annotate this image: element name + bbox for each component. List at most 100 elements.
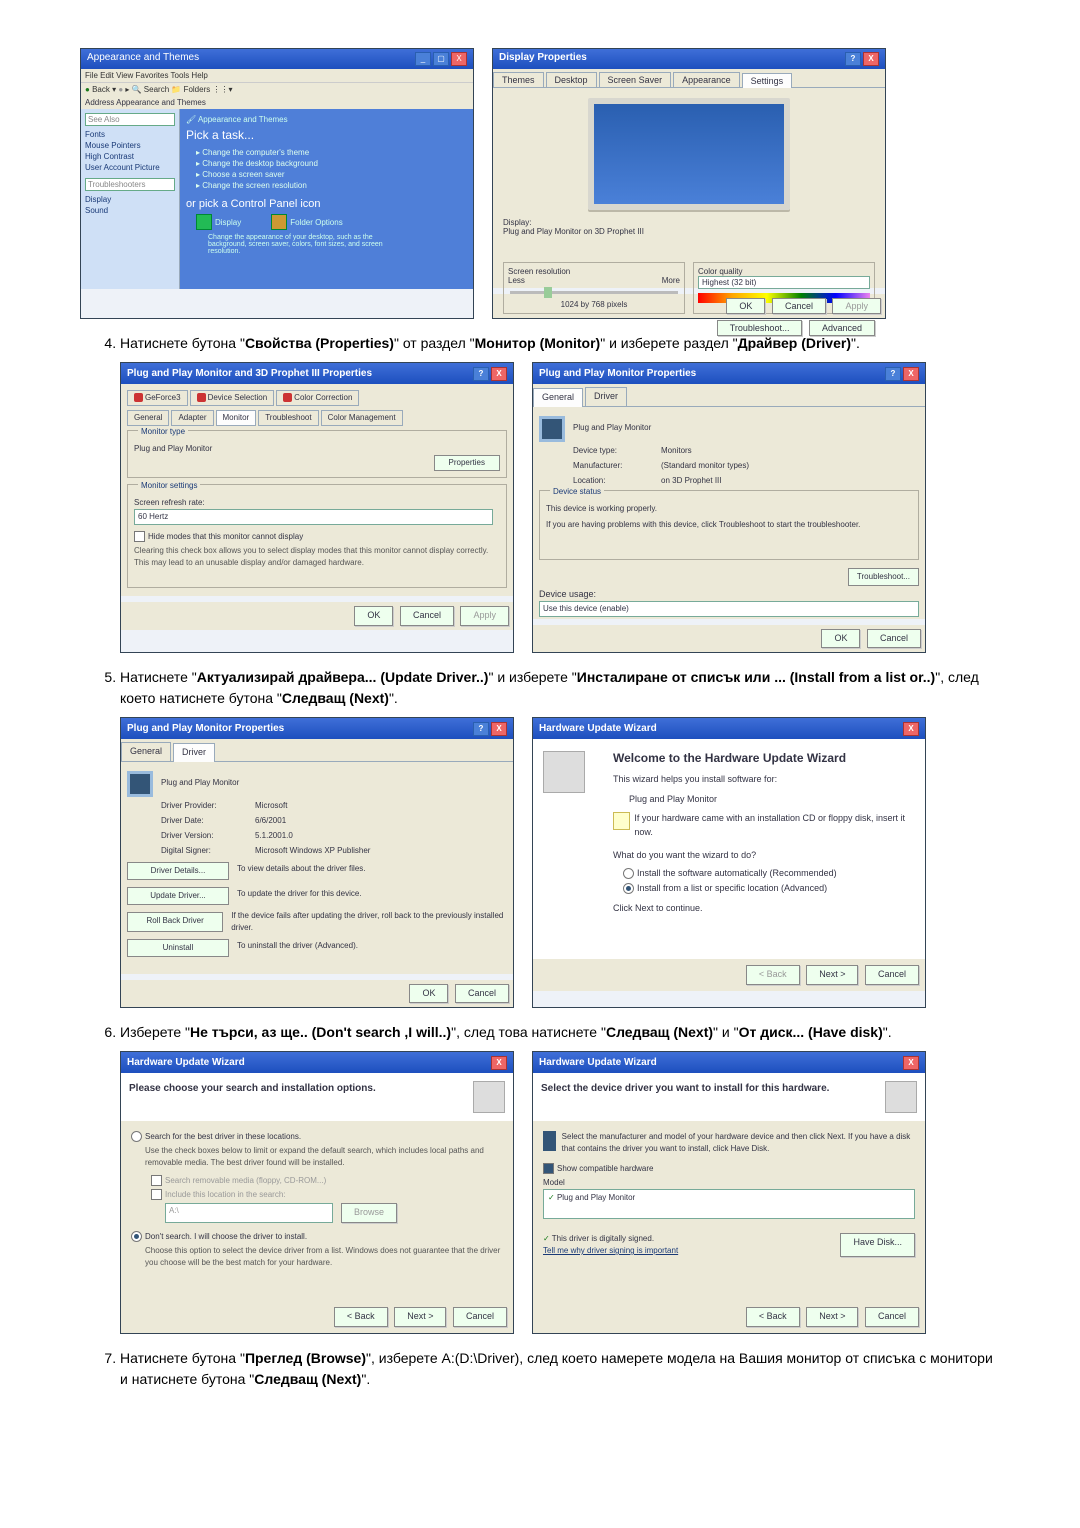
radio-search[interactable]	[131, 1131, 142, 1142]
address-bar[interactable]: Address Appearance and Themes	[81, 96, 473, 109]
tab-driver[interactable]: Driver	[173, 743, 215, 762]
hide-modes-checkbox[interactable]	[134, 531, 145, 542]
tab-troubleshoot[interactable]: Troubleshoot	[258, 410, 318, 426]
window-buttons[interactable]: X	[901, 721, 919, 736]
tab-general[interactable]: General	[533, 388, 583, 407]
cancel-button[interactable]: Cancel	[453, 1307, 507, 1327]
menubar[interactable]: File Edit View Favorites Tools Help	[81, 69, 473, 82]
path-select[interactable]: A:\	[165, 1203, 333, 1223]
tab-device-selection[interactable]: Device Selection	[190, 390, 275, 406]
check-include-location[interactable]	[151, 1189, 162, 1200]
cp-icon-display[interactable]: Display	[196, 214, 241, 230]
ok-button[interactable]: OK	[726, 298, 765, 314]
step-6: Изберете "Не търси, аз ще.. (Don't searc…	[120, 1022, 1000, 1334]
display-label: Display:	[503, 218, 531, 227]
resolution-value: 1024 by 768 pixels	[508, 300, 680, 309]
driver-details-button[interactable]: Driver Details...	[127, 862, 229, 880]
tab-driver[interactable]: Driver	[585, 387, 627, 406]
tab-themes[interactable]: Themes	[493, 72, 544, 87]
wizard-icon	[885, 1081, 917, 1113]
sidebar-link[interactable]: Sound	[85, 206, 175, 215]
window-title: Plug and Play Monitor Properties	[539, 366, 696, 381]
back-button[interactable]: < Back	[746, 965, 800, 985]
tab-appearance[interactable]: Appearance	[673, 72, 740, 87]
task-link[interactable]: ▸ Change the computer's theme	[196, 148, 467, 157]
refresh-rate-label: Screen refresh rate:	[134, 497, 500, 509]
check-removable-media[interactable]	[151, 1175, 162, 1186]
sidebar-link[interactable]: High Contrast	[85, 152, 175, 161]
next-button[interactable]: Next >	[806, 1307, 858, 1327]
tab-general[interactable]: General	[121, 742, 171, 761]
browse-button[interactable]: Browse	[341, 1203, 397, 1223]
tab-general[interactable]: General	[127, 410, 169, 426]
sidebar-link[interactable]: Display	[85, 195, 175, 204]
ok-button[interactable]: OK	[409, 984, 448, 1004]
pick-task-heading: Pick a task...	[186, 128, 467, 142]
back-button[interactable]: < Back	[334, 1307, 388, 1327]
troubleshoot-button[interactable]: Troubleshoot...	[848, 568, 919, 586]
wizard-heading: Select the device driver you want to ins…	[541, 1081, 829, 1113]
properties-button[interactable]: Properties	[434, 455, 500, 471]
cancel-button[interactable]: Cancel	[867, 629, 921, 649]
have-disk-button[interactable]: Have Disk...	[840, 1233, 915, 1257]
device-usage-select[interactable]: Use this device (enable)	[539, 601, 919, 617]
window-title: Appearance and Themes	[87, 52, 199, 66]
cancel-button[interactable]: Cancel	[455, 984, 509, 1004]
task-link[interactable]: ▸ Choose a screen saver	[196, 170, 467, 179]
radio-auto[interactable]	[623, 868, 634, 879]
radio-list[interactable]	[623, 883, 634, 894]
advanced-button[interactable]: Advanced	[809, 320, 875, 336]
cp-icon-folder-options[interactable]: Folder Options	[271, 214, 342, 230]
wizard-heading: Welcome to the Hardware Update Wizard	[613, 749, 915, 767]
tab-row: Themes Desktop Screen Saver Appearance S…	[493, 69, 885, 88]
tab-desktop[interactable]: Desktop	[546, 72, 597, 87]
sidebar-link[interactable]: User Account Picture	[85, 163, 175, 172]
tab-color-correction[interactable]: Color Correction	[276, 390, 359, 406]
apply-button[interactable]: Apply	[832, 298, 881, 314]
color-quality-select[interactable]: Highest (32 bit)	[698, 276, 870, 289]
tab-color-management[interactable]: Color Management	[321, 410, 403, 426]
window-buttons[interactable]: ?X	[471, 721, 507, 736]
roll-back-driver-button[interactable]: Roll Back Driver	[127, 912, 223, 932]
screenshot-monitor-properties: Plug and Play Monitor and 3D Prophet III…	[120, 362, 514, 653]
device-icon	[539, 416, 565, 442]
ok-button[interactable]: OK	[821, 629, 860, 649]
cancel-button[interactable]: Cancel	[865, 1307, 919, 1327]
cancel-button[interactable]: Cancel	[772, 298, 826, 314]
window-buttons[interactable]: ?X	[883, 366, 919, 381]
window-buttons[interactable]: ?X	[843, 52, 879, 66]
task-link[interactable]: ▸ Change the desktop background	[196, 159, 467, 168]
uninstall-button[interactable]: Uninstall	[127, 939, 229, 957]
tab-adapter[interactable]: Adapter	[171, 410, 213, 426]
model-list[interactable]: ✓ Plug and Play Monitor	[543, 1189, 915, 1219]
window-buttons[interactable]: X	[489, 1055, 507, 1070]
signing-link[interactable]: Tell me why driver signing is important	[543, 1245, 678, 1257]
group-title: Screen resolution	[508, 267, 570, 276]
task-link[interactable]: ▸ Change the screen resolution	[196, 181, 467, 190]
resolution-slider[interactable]	[510, 291, 678, 294]
apply-button[interactable]: Apply	[460, 606, 509, 626]
troubleshoot-button[interactable]: Troubleshoot...	[717, 320, 803, 336]
sidebar-link[interactable]: Fonts	[85, 130, 175, 139]
cancel-button[interactable]: Cancel	[400, 606, 454, 626]
cancel-button[interactable]: Cancel	[865, 965, 919, 985]
sidebar-link[interactable]: Mouse Pointers	[85, 141, 175, 150]
window-buttons[interactable]: _▢X	[413, 52, 467, 66]
next-button[interactable]: Next >	[394, 1307, 446, 1327]
device-name: Plug and Play Monitor	[573, 416, 651, 442]
tab-monitor[interactable]: Monitor	[216, 410, 257, 426]
pick-icon-heading: or pick a Control Panel icon	[186, 198, 467, 210]
show-compatible-checkbox[interactable]	[543, 1163, 554, 1174]
tab-settings[interactable]: Settings	[742, 73, 793, 88]
tab-geforce3[interactable]: GeForce3	[127, 390, 188, 406]
refresh-rate-select[interactable]: 60 Hertz	[134, 509, 493, 525]
window-buttons[interactable]: ?X	[471, 366, 507, 381]
update-driver-button[interactable]: Update Driver...	[127, 887, 229, 905]
tab-screensaver[interactable]: Screen Saver	[599, 72, 672, 87]
ok-button[interactable]: OK	[354, 606, 393, 626]
back-button[interactable]: < Back	[746, 1307, 800, 1327]
radio-dont-search[interactable]	[131, 1231, 142, 1242]
monitor-illustration	[588, 98, 790, 210]
next-button[interactable]: Next >	[806, 965, 858, 985]
window-buttons[interactable]: X	[901, 1055, 919, 1070]
